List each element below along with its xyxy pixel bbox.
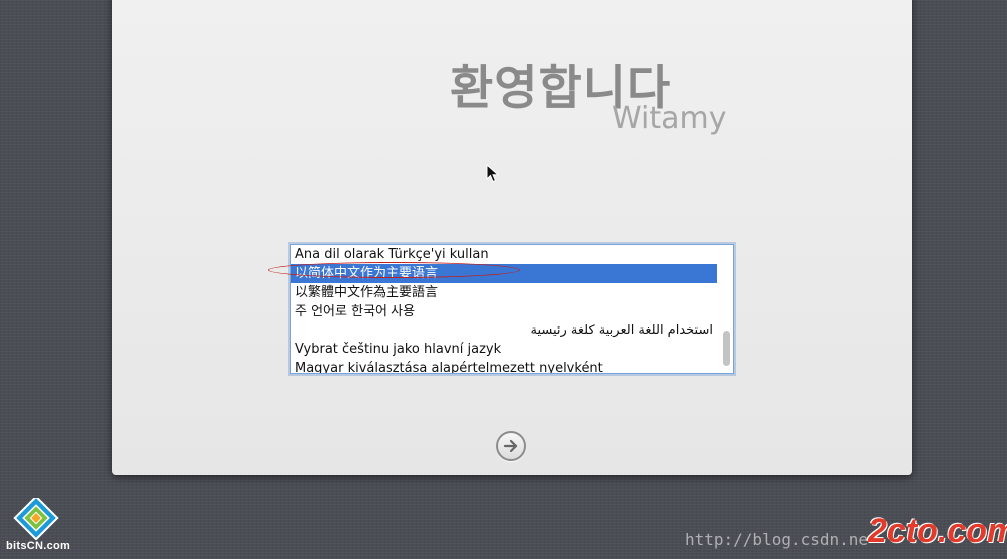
- arrow-right-icon: [503, 439, 518, 453]
- scroll-thumb[interactable]: [723, 331, 730, 366]
- language-option-hungarian[interactable]: Magyar kiválasztása alapértelmezett nyel…: [291, 359, 717, 373]
- language-option-arabic[interactable]: استخدام اللغة العربية كلغة رئيسية: [291, 321, 717, 340]
- blog-url-watermark: http://blog.csdn.ne: [685, 530, 869, 549]
- bitscn-logo-icon: [13, 498, 59, 540]
- list-scrollbar[interactable]: [719, 245, 733, 373]
- bitscn-logo-text: bitsCN.com: [6, 540, 71, 552]
- language-listbox[interactable]: Ana dil olarak Türkçe'yi kullan 以简体中文作为主…: [290, 244, 734, 374]
- language-option-simplified-chinese[interactable]: 以简体中文作为主要语言: [291, 264, 717, 283]
- language-option-traditional-chinese[interactable]: 以繁體中文作為主要語言: [291, 283, 717, 302]
- language-option-turkish[interactable]: Ana dil olarak Türkçe'yi kullan: [291, 245, 717, 264]
- language-option-korean[interactable]: 주 언어로 한국어 사용: [291, 302, 717, 321]
- brand-watermark: 2cto.com: [868, 512, 1007, 550]
- next-button[interactable]: [496, 431, 526, 461]
- language-option-czech[interactable]: Vybrat češtinu jako hlavní jazyk: [291, 340, 717, 359]
- mouse-pointer-icon: [486, 164, 500, 183]
- panel-content: Ana dil olarak Türkçe'yi kullan 以简体中文作为主…: [112, 0, 912, 475]
